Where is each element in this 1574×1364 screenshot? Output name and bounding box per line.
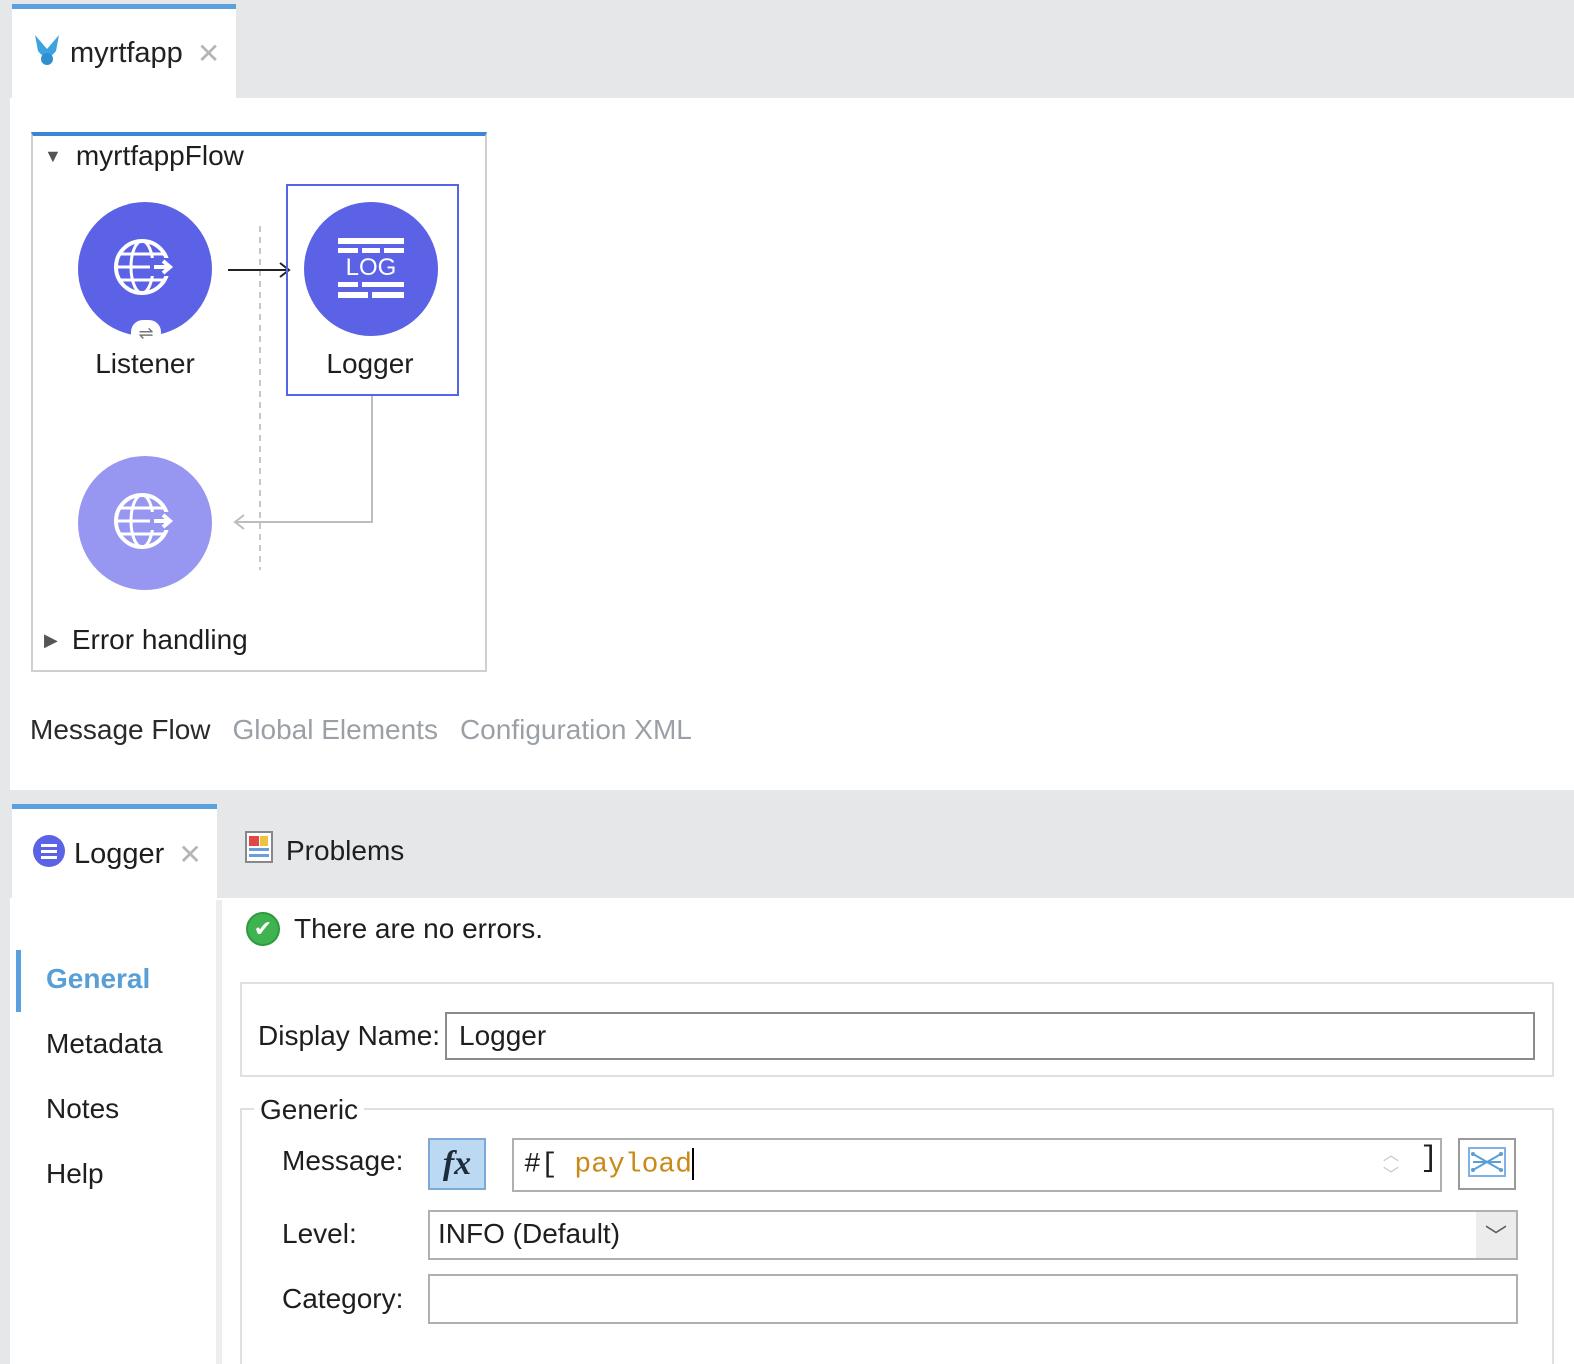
- level-label: Level:: [282, 1218, 357, 1249]
- tab-title: Logger: [74, 838, 165, 870]
- tab-problems[interactable]: Problems: [244, 830, 404, 871]
- status-message: There are no errors.: [294, 913, 543, 944]
- canvas-tabs: Message Flow Global Elements Configurati…: [30, 714, 692, 746]
- display-name-label: Display Name:: [258, 1020, 441, 1051]
- http-globe-icon: [110, 486, 180, 561]
- message-expression-input[interactable]: #[ payload: [512, 1138, 1442, 1192]
- status-row: ✔ There are no errors.: [246, 912, 543, 946]
- chevron-down-icon[interactable]: ﹀: [1476, 1212, 1516, 1258]
- tab-message-flow[interactable]: Message Flow: [30, 714, 211, 746]
- expression-value: payload: [574, 1149, 693, 1181]
- log-icon-text: LOG: [345, 254, 397, 281]
- error-handling-label: Error handling: [71, 624, 248, 655]
- tab-global-elements[interactable]: Global Elements: [233, 714, 438, 746]
- expand-triangle-icon[interactable]: ▶: [44, 630, 58, 651]
- expression-mode-button[interactable]: fx: [428, 1138, 486, 1190]
- expand-collapse-arrows-icon[interactable]: ︿ ﹀: [1383, 1146, 1399, 1186]
- tab-title: Problems: [286, 834, 405, 866]
- nav-item-general[interactable]: General: [46, 963, 150, 995]
- nav-item-help[interactable]: Help: [46, 1158, 104, 1190]
- listener-node[interactable]: [78, 202, 212, 336]
- error-handling-section[interactable]: ▶ Error handling: [44, 624, 248, 656]
- tab-configuration-xml[interactable]: Configuration XML: [460, 714, 692, 746]
- level-select[interactable]: INFO (Default): [428, 1210, 1518, 1260]
- expression-open-bracket: #[: [524, 1149, 558, 1181]
- listener-label: Listener: [95, 348, 195, 379]
- text-caret: [692, 1148, 695, 1180]
- close-icon[interactable]: ✕: [178, 838, 201, 871]
- listener-response-node[interactable]: [78, 456, 212, 590]
- data-mapper-button[interactable]: [1458, 1138, 1516, 1190]
- nav-item-metadata[interactable]: Metadata: [46, 1028, 163, 1060]
- http-globe-icon: [110, 232, 180, 307]
- tab-logger-properties[interactable]: Logger ✕: [12, 804, 217, 900]
- message-label: Message:: [282, 1145, 404, 1176]
- problems-icon: [244, 830, 276, 871]
- nav-divider: [216, 900, 222, 1364]
- generic-group-title: Generic: [254, 1094, 365, 1126]
- logger-label: Logger: [326, 348, 414, 379]
- mapping-icon: [1467, 1144, 1507, 1185]
- category-input[interactable]: [428, 1274, 1518, 1324]
- nav-active-indicator: [16, 950, 21, 1012]
- success-check-icon: ✔: [246, 912, 280, 946]
- expression-close-bracket: ]: [1420, 1142, 1439, 1176]
- display-name-input[interactable]: Logger: [445, 1012, 1535, 1060]
- category-label: Category:: [282, 1283, 404, 1314]
- nav-item-notes[interactable]: Notes: [46, 1093, 119, 1125]
- logger-tab-icon: [32, 834, 66, 876]
- exchange-arrows-icon: ⇌: [131, 320, 161, 346]
